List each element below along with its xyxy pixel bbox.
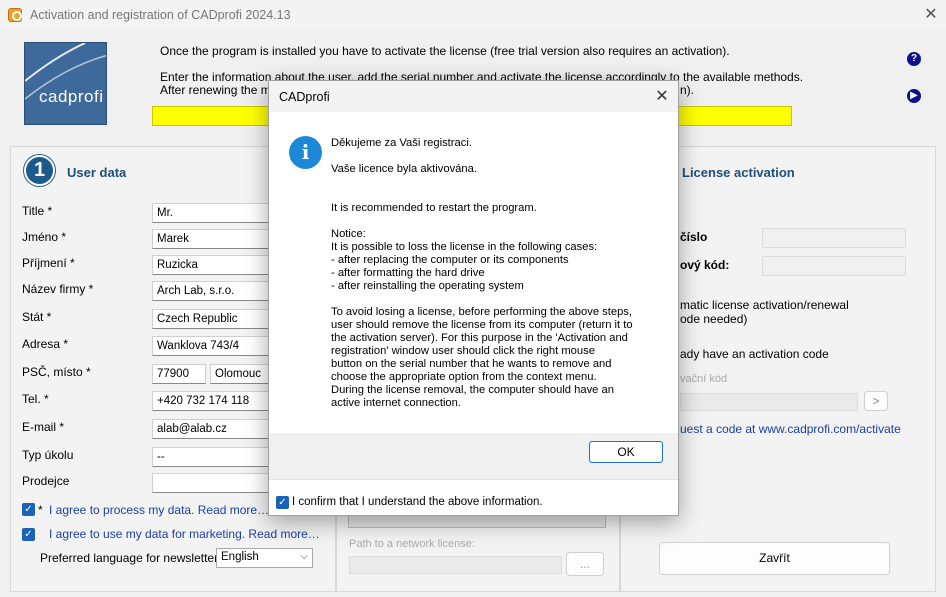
step-number-badge: 1 — [24, 155, 55, 186]
ok-button[interactable]: OK — [589, 441, 663, 463]
agree-marketing-checkbox[interactable]: ✓ — [22, 528, 35, 541]
browse-button[interactable]: ... — [566, 552, 604, 576]
dialog-text-line: button on the serial number that he want… — [331, 358, 612, 370]
auto-activation-line-2: ode needed) — [680, 312, 748, 326]
activation-code-placeholder: vační kód — [680, 373, 728, 385]
auto-activation-line-1[interactable]: matic license activation/renewal — [680, 298, 849, 312]
network-path-field[interactable] — [349, 556, 562, 574]
zip-field[interactable]: 77900 — [152, 364, 206, 384]
agree-marketing-link[interactable]: I agree to use my data for marketing. Re… — [49, 527, 320, 541]
have-code-option[interactable]: ady have an activation code — [680, 347, 829, 361]
dialog-text-line: choose the appropriate option from the c… — [331, 371, 597, 383]
newsletter-language-select[interactable]: English ⌵ — [216, 548, 313, 568]
address-label: Adresa * — [22, 337, 69, 351]
dialog-title-bar: CADprofi ✕ — [269, 81, 678, 112]
dialog-text-line: Notice: — [331, 228, 366, 240]
request-code-link[interactable]: uest a code at www.cadprofi.com/activate — [680, 422, 901, 436]
dialog-text-line: During the license removal, the computer… — [331, 384, 614, 396]
serial-number-field[interactable] — [762, 228, 906, 248]
company-field[interactable]: Arch Lab, s.r.o. — [152, 281, 272, 301]
dialog-text-line: Děkujeme za Vaši registraci. — [331, 137, 472, 149]
window-close-icon[interactable]: ✕ — [920, 5, 942, 25]
last-name-field[interactable]: Ruzicka — [152, 255, 272, 275]
dialog-text-line: It is possible to loss the license in th… — [331, 241, 598, 253]
title-field[interactable]: Mr. — [152, 203, 272, 223]
network-path-label: Path to a network license: — [349, 538, 475, 550]
dialog-text-line: Vaše licence byla aktivována. — [331, 163, 477, 175]
title-bar: Activation and registration of CADprofi … — [0, 0, 946, 30]
dialog-text-line: registration' window user should click t… — [331, 345, 595, 357]
zip-city-label: PSČ, místo * — [22, 365, 91, 379]
activation-code-field[interactable] — [762, 256, 906, 276]
dialog-text-line: It is recommended to restart the program… — [331, 202, 537, 214]
info-dialog: CADprofi ✕ i Děkujeme za Vaši registraci… — [268, 80, 679, 516]
task-type-label: Typ úkolu — [22, 448, 74, 462]
dialog-text-line: the activation server). For this purpose… — [331, 332, 628, 344]
activation-code-label: ový kód: — [680, 258, 730, 272]
activation-code-input[interactable] — [680, 393, 858, 411]
newsletter-language-label: Preferred language for newsletters — [40, 551, 225, 565]
newsletter-language-value: English — [221, 551, 259, 563]
user-data-title: User data — [67, 165, 127, 180]
city-field[interactable]: Olomouc — [210, 364, 272, 384]
confirm-label[interactable]: I confirm that I understand the above in… — [292, 496, 543, 508]
country-select[interactable]: Czech Republic — [152, 309, 272, 329]
required-star: * — [38, 503, 43, 517]
dialog-text-line: - after replacing the computer or its co… — [331, 254, 569, 266]
agree-process-link[interactable]: I agree to process my data. Read more… — [49, 503, 269, 517]
dialog-text-line: To avoid losing a license, before perfor… — [331, 306, 632, 318]
reseller-field[interactable] — [152, 473, 272, 493]
go-button[interactable]: > — [864, 391, 888, 411]
cadprofi-logo: cadprofi — [24, 42, 107, 125]
last-name-label: Příjmení * — [22, 256, 75, 270]
chevron-down-icon: ⌵ — [300, 551, 308, 562]
agree-process-checkbox[interactable]: ✓ — [22, 503, 35, 516]
phone-label: Tel. * — [22, 392, 49, 406]
email-label: E-mail * — [22, 420, 65, 434]
dialog-text-line: user should remove the license from its … — [331, 319, 633, 331]
company-label: Název firmy * — [22, 282, 94, 296]
email-field[interactable]: alab@alab.cz — [152, 419, 272, 439]
dialog-text-line: - after formatting the hard drive — [331, 267, 485, 279]
close-button[interactable]: Zavřít — [659, 542, 890, 575]
logo-text: cadprofi — [39, 87, 104, 106]
dialog-close-icon[interactable]: ✕ — [651, 86, 673, 108]
first-name-field[interactable]: Marek — [152, 229, 272, 249]
intro-line-1: Once the program is installed you have t… — [160, 44, 730, 58]
task-type-select[interactable]: -- — [152, 447, 272, 467]
confirm-checkbox[interactable]: ✓ — [276, 496, 289, 509]
dialog-text-line: active internet connection. — [331, 397, 461, 409]
intro-line-3-tail: n). — [680, 83, 695, 97]
phone-field[interactable]: +420 732 174 118 — [152, 391, 272, 411]
dialog-confirm-area: ✓ I confirm that I understand the above … — [269, 479, 678, 515]
app-icon — [8, 8, 22, 22]
help-icon[interactable]: ? — [907, 52, 921, 66]
intro-line-3: After renewing the ma — [160, 83, 278, 97]
address-field[interactable]: Wanklova 743/4 — [152, 336, 272, 356]
logo-arcs-icon — [25, 43, 106, 100]
title-label: Title * — [22, 204, 53, 218]
info-icon: i — [289, 136, 322, 169]
window-title: Activation and registration of CADprofi … — [30, 8, 291, 22]
dialog-text-line: - after reinstalling the operating syste… — [331, 280, 524, 292]
reseller-label: Prodejce — [22, 474, 70, 488]
serial-number-label: číslo — [680, 230, 708, 244]
license-activation-title: License activation — [682, 165, 795, 180]
dialog-title: CADprofi — [279, 90, 330, 104]
country-label: Stát * — [22, 310, 52, 324]
first-name-label: Jméno * — [22, 230, 67, 244]
next-arrow-icon[interactable]: ▶ — [907, 89, 921, 103]
